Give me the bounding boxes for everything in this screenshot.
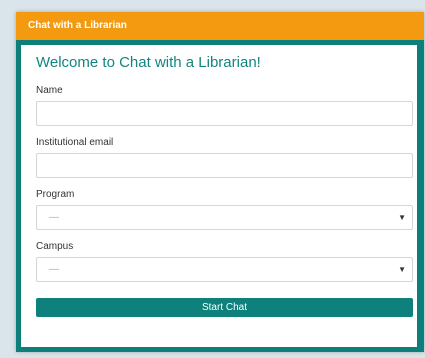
chevron-down-icon: ▼ bbox=[398, 213, 406, 222]
chat-form-panel: Welcome to Chat with a Librarian! Name I… bbox=[21, 45, 417, 347]
widget-header: Chat with a Librarian bbox=[16, 12, 424, 40]
program-select[interactable]: — ▼ bbox=[36, 205, 413, 230]
chevron-down-icon: ▼ bbox=[398, 265, 406, 274]
welcome-heading: Welcome to Chat with a Librarian! bbox=[36, 54, 261, 71]
email-input[interactable] bbox=[36, 153, 413, 178]
campus-label: Campus bbox=[36, 241, 74, 252]
start-chat-button[interactable]: Start Chat bbox=[36, 298, 413, 317]
program-selected-value: — bbox=[49, 212, 59, 223]
chat-widget: Chat with a Librarian Welcome to Chat wi… bbox=[16, 12, 424, 352]
name-input[interactable] bbox=[36, 101, 413, 126]
email-label: Institutional email bbox=[36, 137, 114, 148]
program-label: Program bbox=[36, 189, 75, 200]
campus-selected-value: — bbox=[49, 264, 59, 275]
name-label: Name bbox=[36, 85, 63, 96]
campus-select[interactable]: — ▼ bbox=[36, 257, 413, 282]
